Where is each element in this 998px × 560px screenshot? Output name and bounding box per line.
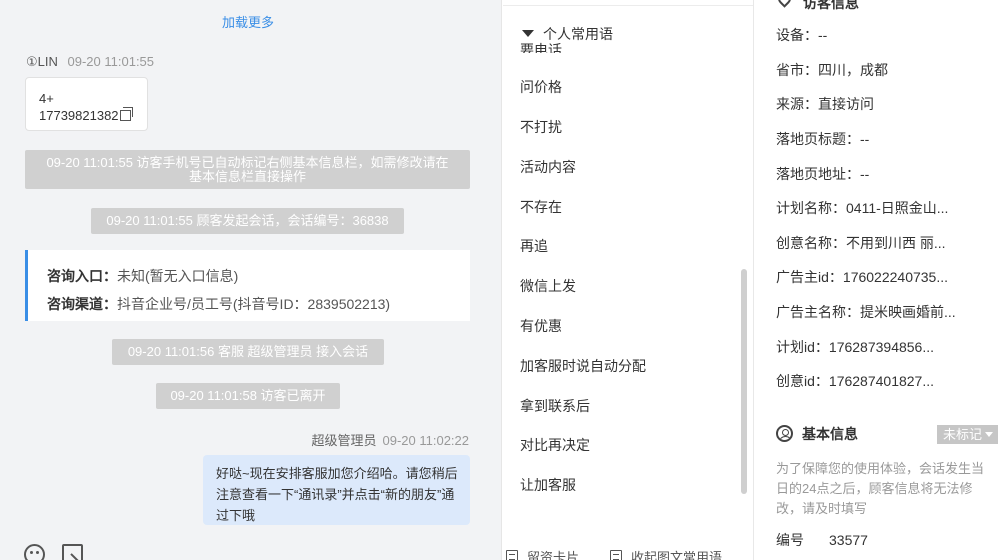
info-row-plan-name: 计划名称：0411-日照金山... bbox=[776, 198, 948, 218]
phrase-item[interactable]: 对比再决定 bbox=[520, 435, 590, 455]
basic-info-title: 基本信息 bbox=[802, 426, 858, 442]
info-label: 省市： bbox=[776, 62, 818, 78]
info-value: -- bbox=[860, 166, 870, 182]
phone-prefix: 4+ bbox=[39, 91, 54, 106]
basic-info-header: 基本信息 bbox=[776, 424, 858, 444]
image-icon[interactable] bbox=[62, 544, 83, 560]
document-icon bbox=[506, 550, 518, 560]
phrase-item[interactable]: 再追 bbox=[520, 236, 548, 256]
edit-deadline-notice: 为了保障您的使用体验，会话发生当日的24点之后，顾客信息将无法修改，请及时填写 bbox=[776, 461, 985, 516]
system-notice-line: 基本信息栏直接操作 bbox=[188, 169, 306, 184]
info-row-source: 来源：直接访问 bbox=[776, 94, 874, 114]
info-value: 176287394856... bbox=[828, 339, 935, 355]
info-value: 176287401827... bbox=[828, 373, 935, 389]
info-value: 直接访问 bbox=[818, 96, 874, 112]
visitor-phone-bubble: 4+ 17739821382 bbox=[25, 77, 148, 131]
phrase-item[interactable]: 微信上发 bbox=[520, 276, 576, 296]
info-label: 广告主名称： bbox=[776, 304, 860, 320]
agent-message-time: 09-20 11:02:22 bbox=[382, 433, 470, 448]
info-row-creative-id: 创意id：176287401827... bbox=[776, 371, 934, 391]
info-row-advertiser-name: 广告主名称：提米映画婚前... bbox=[776, 302, 956, 322]
phrase-item[interactable]: 有优惠 bbox=[520, 316, 562, 336]
channel-label: 咨询渠道： bbox=[47, 296, 117, 312]
visitor-message-time: 09-20 11:01:55 bbox=[67, 54, 155, 69]
visitor-info-title: 访客信息 bbox=[803, 0, 859, 11]
phrase-group-title: 个人常用语 bbox=[543, 26, 613, 42]
phone-number: 17739821382 bbox=[39, 108, 119, 123]
phrase-item[interactable]: 让加客服 bbox=[520, 475, 576, 495]
info-value: 不用到川西 丽... bbox=[846, 235, 946, 251]
lead-card-tab[interactable]: 留资卡片 bbox=[506, 547, 579, 560]
common-phrases-panel: 要电话 个人常用语 问价格 不打扰 活动内容 不存在 再追 微信上发 有优惠 加… bbox=[503, 0, 754, 560]
info-label: 编号 bbox=[776, 532, 804, 548]
info-label: 创意名称： bbox=[776, 235, 846, 251]
agent-message-meta: 超级管理员 09-20 11:02:22 bbox=[311, 430, 469, 449]
info-row-advertiser-id: 广告主id：176022240735... bbox=[776, 267, 948, 287]
load-more-link[interactable]: 加载更多 bbox=[0, 12, 496, 31]
phrase-item[interactable]: 加客服时说自动分配 bbox=[520, 356, 646, 376]
document-icon bbox=[610, 550, 622, 560]
entry-value: 未知(暂无入口信息) bbox=[117, 268, 239, 284]
info-label: 来源： bbox=[776, 96, 818, 112]
entry-label: 咨询入口： bbox=[47, 268, 117, 284]
lead-card-tab-label: 留资卡片 bbox=[527, 550, 580, 560]
phrase-item[interactable]: 活动内容 bbox=[520, 157, 576, 177]
info-label: 计划id： bbox=[776, 339, 829, 355]
visitor-info-panel: 访客信息 设备：-- 省市：四川，成都 来源：直接访问 落地页标题：-- 落地页… bbox=[755, 0, 998, 560]
info-row-landing-url: 落地页地址：-- bbox=[776, 164, 869, 184]
info-value: 四川，成都 bbox=[818, 62, 888, 78]
phrases-scrollbar[interactable] bbox=[741, 269, 747, 494]
collapse-richtext-tab[interactable]: 收起图文常用语 bbox=[610, 547, 722, 560]
info-row-landing-title: 落地页标题：-- bbox=[776, 129, 869, 149]
phrase-item[interactable]: 问价格 bbox=[520, 77, 562, 97]
system-notice-session-start: 09-20 11:01:55 顾客发起会话，会话编号：36838 bbox=[91, 208, 404, 234]
info-label: 设备： bbox=[776, 27, 818, 43]
info-value: 提米映画婚前... bbox=[860, 304, 956, 320]
info-row-device: 设备：-- bbox=[776, 25, 827, 45]
system-notice-phone-marked: 09-20 11:01:55 访客手机号已自动标记右侧基本信息栏，如需修改请在 … bbox=[25, 150, 470, 189]
info-row-plan-id: 计划id：176287394856... bbox=[776, 337, 934, 357]
system-notice-agent-joined: 09-20 11:01:56 客服 超级管理员 接入会话 bbox=[112, 339, 384, 365]
info-value: -- bbox=[860, 131, 870, 147]
system-notice-line: 09-20 11:01:55 访客手机号已自动标记右侧基本信息栏，如需修改请在 bbox=[46, 155, 449, 170]
divider bbox=[503, 5, 753, 6]
mark-status-select[interactable]: 未标记 bbox=[937, 425, 998, 444]
phrase-item[interactable]: 不存在 bbox=[520, 197, 562, 217]
system-notice-visitor-left: 09-20 11:01:58 访客已离开 bbox=[156, 383, 340, 409]
info-value: 33577 bbox=[829, 532, 868, 548]
info-label: 创意id： bbox=[776, 373, 829, 389]
collapse-richtext-tab-label: 收起图文常用语 bbox=[631, 550, 723, 560]
agent-message-bubble: 好哒~现在安排客服加您介绍哈。请您稍后注意查看一下“通讯录”并点击“新的朋友”通… bbox=[203, 455, 470, 525]
info-row-serial: 编号 33577 bbox=[776, 530, 868, 550]
info-row-creative-name: 创意名称：不用到川西 丽... bbox=[776, 233, 946, 253]
phrase-group-header[interactable]: 个人常用语 bbox=[503, 22, 738, 48]
info-value: -- bbox=[818, 27, 828, 43]
emoji-icon[interactable] bbox=[24, 544, 45, 560]
location-pin-icon bbox=[775, 0, 794, 8]
consult-info-card: 咨询入口：未知(暂无入口信息) 咨询渠道：抖音企业号/员工号(抖音号ID：283… bbox=[25, 250, 470, 321]
info-label: 广告主id： bbox=[776, 269, 843, 285]
chat-panel: 加载更多 ①LIN 09-20 11:01:55 4+ 17739821382 … bbox=[0, 0, 502, 560]
info-value: 176022240735... bbox=[842, 269, 949, 285]
agent-name: 超级管理员 bbox=[311, 433, 377, 448]
info-value: 0411-日照金山... bbox=[846, 200, 949, 216]
info-label: 计划名称： bbox=[776, 200, 846, 216]
caret-down-icon bbox=[522, 30, 534, 37]
mark-status-value: 未标记 bbox=[943, 427, 983, 442]
visitor-name: ①LIN bbox=[26, 54, 58, 69]
chevron-down-icon bbox=[985, 432, 993, 437]
info-label: 落地页标题： bbox=[776, 131, 860, 147]
copy-icon[interactable] bbox=[119, 107, 133, 121]
user-icon bbox=[776, 425, 793, 442]
visitor-message-meta: ①LIN 09-20 11:01:55 bbox=[26, 54, 154, 70]
channel-value: 抖音企业号/员工号(抖音号ID：2839502213) bbox=[117, 296, 391, 312]
info-label: 落地页地址： bbox=[776, 166, 860, 182]
info-row-city: 省市：四川，成都 bbox=[776, 60, 888, 80]
phrase-item[interactable]: 不打扰 bbox=[520, 117, 562, 137]
phrase-item[interactable]: 拿到联系后 bbox=[520, 396, 590, 416]
